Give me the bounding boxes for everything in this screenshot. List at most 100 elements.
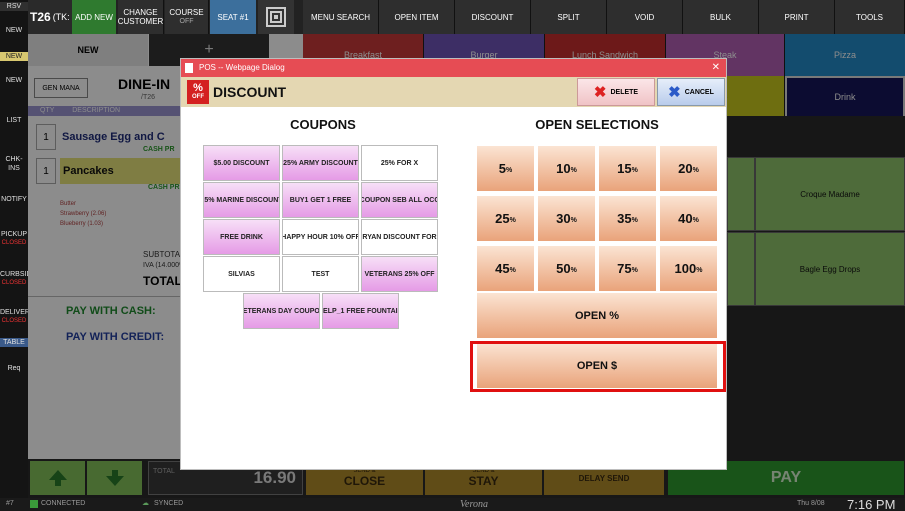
tools-button[interactable]: TOOLS [835, 0, 905, 34]
rail-list[interactable]: LIST [0, 116, 28, 125]
percent-15-button[interactable]: 15% [598, 145, 657, 192]
percent-sign: % [692, 217, 699, 224]
percent-value: 20 [678, 161, 693, 176]
grid-icon[interactable] [258, 0, 294, 34]
coupon-button[interactable]: 25% ARMY DISCOUNT [282, 145, 359, 181]
coupon-button[interactable]: SILVIAS [203, 256, 280, 292]
top-toolbar: T26 (TK: ADD NEW CHANGE CUSTOMER COURSE … [28, 0, 905, 34]
percent-value: 45 [495, 261, 510, 276]
ticket-suffix: (TK: [52, 11, 70, 22]
coupon-button[interactable]: 25% FOR X [361, 145, 438, 181]
seat-button[interactable]: SEAT #1 [210, 0, 256, 34]
percent-20-button[interactable]: 20% [659, 145, 718, 192]
cancel-label: CANCEL [684, 88, 714, 96]
percent-10-button[interactable]: 10% [537, 145, 596, 192]
percent-35-button[interactable]: 35% [598, 195, 657, 242]
coupon-button[interactable]: VETERANS DAY COUPON [243, 293, 320, 329]
percent-sign: % [696, 267, 703, 274]
rail-delivery[interactable]: DELIVERY CLOSED [0, 308, 35, 326]
percent-sign: % [631, 167, 638, 174]
cancel-x-icon: ✖ [668, 84, 681, 101]
rail-chk-ins[interactable]: CHK-INS [0, 155, 28, 173]
percent-sign: % [570, 217, 577, 224]
coupon-button[interactable]: BUY1 GET 1 FREE [282, 182, 359, 218]
percent-30-button[interactable]: 30% [537, 195, 596, 242]
coupon-button[interactable]: TEST [282, 256, 359, 292]
delete-button[interactable]: ✖ DELETE [577, 78, 655, 106]
rail-table[interactable]: TABLE [0, 338, 28, 347]
station-number: #7 [6, 500, 14, 507]
percent-value: 50 [556, 261, 571, 276]
time-label: 7:16 PM [847, 497, 896, 511]
date-label: Thu 8/08 [797, 500, 825, 507]
menu-search-button[interactable]: MENU SEARCH [303, 0, 379, 34]
percent-40-button[interactable]: 40% [659, 195, 718, 242]
percent-sign: % [570, 167, 577, 174]
percent-75-button[interactable]: 75% [598, 245, 657, 292]
percent-value: 5 [498, 161, 506, 176]
rail-pickup[interactable]: PICKUP CLOSED [0, 230, 28, 248]
course-state: OFF [179, 18, 194, 25]
page-icon [185, 63, 193, 73]
percent-value: 40 [678, 211, 693, 226]
percent-50-button[interactable]: 50% [537, 245, 596, 292]
discount-badge-icon: % OFF [187, 80, 209, 104]
coupon-button[interactable]: HAPPY HOUR 10% OFF [282, 219, 359, 255]
cloud-icon: ☁ [142, 500, 149, 507]
rail-new-2[interactable]: NEW [0, 52, 28, 61]
open-item-button[interactable]: OPEN ITEM [379, 0, 455, 34]
percent-45-button[interactable]: 45% [476, 245, 535, 292]
bulk-button[interactable]: BULK [683, 0, 759, 34]
connected-label: CONNECTED [41, 500, 86, 507]
rail-new-3[interactable]: NEW [0, 76, 28, 85]
delete-x-icon: ✖ [593, 84, 607, 101]
coupons-title: COUPONS [290, 117, 356, 132]
rail-notify[interactable]: NOTIFY [0, 195, 28, 204]
left-rail: RSV NEW NEW NEW LIST CHK-INS NOTIFY PICK… [0, 0, 36, 498]
add-new-button[interactable]: ADD NEW [72, 0, 116, 34]
coupon-button[interactable]: COUPON SEB ALL OCC [361, 182, 438, 218]
discount-dialog: POS -- Webpage Dialog ✕ % OFF DISCOUNT ✖… [180, 58, 727, 470]
badge-percent: % [193, 82, 203, 94]
close-icon[interactable]: ✕ [712, 59, 720, 77]
percent-sign: % [506, 167, 513, 174]
cancel-button[interactable]: ✖ CANCEL [657, 78, 725, 106]
coupon-button[interactable]: FREE DRINK [203, 219, 280, 255]
rail-pickup-label: PICKUP [0, 231, 28, 238]
dialog-heading: DISCOUNT [213, 84, 287, 100]
coupon-button[interactable]: 25% MARINE DISCOUNT [203, 182, 280, 218]
open-percent-button[interactable]: OPEN % [476, 292, 718, 339]
rail-pickup-state: CLOSED [1, 240, 27, 246]
rail-curbside[interactable]: CURBSIDE CLOSED [0, 270, 36, 288]
percent-value: 15 [617, 161, 632, 176]
change-customer-button[interactable]: CHANGE CUSTOMER [118, 0, 164, 34]
rail-req[interactable]: Req [0, 364, 28, 373]
synced-label: SYNCED [154, 500, 184, 507]
course-button[interactable]: COURSE OFF [165, 0, 209, 34]
percent-value: 100 [674, 261, 697, 276]
percent-5-button[interactable]: 5% [476, 145, 535, 192]
print-button[interactable]: PRINT [759, 0, 835, 34]
percent-100-button[interactable]: 100% [659, 245, 718, 292]
split-button[interactable]: SPLIT [531, 0, 607, 34]
percent-sign: % [509, 267, 516, 274]
pos-screen: RSV NEW NEW NEW LIST CHK-INS NOTIFY PICK… [0, 0, 905, 511]
coupon-button[interactable]: YELP_1 FREE FOUNTAIN [322, 293, 399, 329]
percent-sign: % [631, 217, 638, 224]
percent-value: 75 [617, 261, 632, 276]
percent-25-button[interactable]: 25% [476, 195, 535, 242]
ticket-id: T26 [30, 9, 51, 24]
rail-curbside-state: CLOSED [1, 280, 27, 286]
coupon-button[interactable]: RYAN DISCOUNT FOR [361, 219, 438, 255]
percent-sign: % [570, 267, 577, 274]
rail-new[interactable]: NEW [0, 26, 28, 35]
percent-sign: % [692, 167, 699, 174]
connected-icon [30, 500, 38, 508]
dialog-header: % OFF DISCOUNT ✖ DELETE ✖ CANCEL [181, 77, 726, 107]
discount-button[interactable]: DISCOUNT [455, 0, 531, 34]
percent-sign: % [631, 267, 638, 274]
void-button[interactable]: VOID [607, 0, 683, 34]
coupon-button[interactable]: $5.00 DISCOUNT [203, 145, 280, 181]
rail-rsv[interactable]: RSV [0, 2, 28, 11]
coupon-button[interactable]: VETERANS 25% OFF [361, 256, 438, 292]
